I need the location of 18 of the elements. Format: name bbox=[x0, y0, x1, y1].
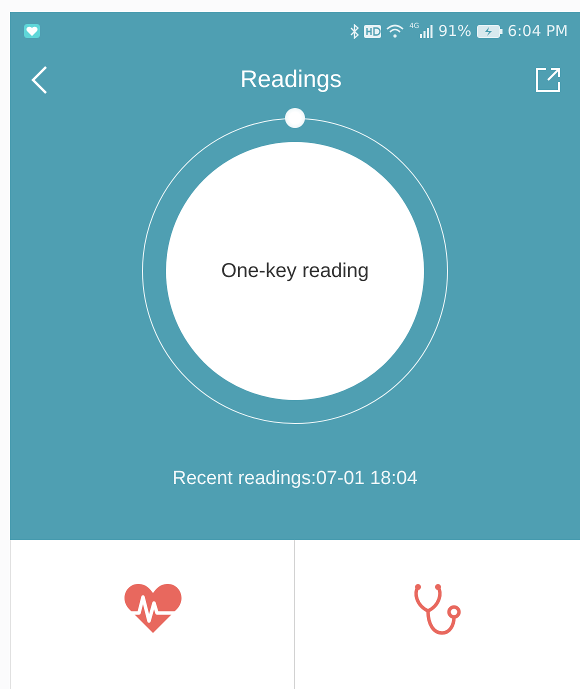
signal-icon bbox=[420, 24, 434, 38]
one-key-reading-button[interactable]: One-key reading bbox=[166, 142, 424, 400]
feature-tile[interactable] bbox=[11, 540, 295, 689]
heart-app-icon bbox=[24, 24, 40, 38]
screen-title: Readings bbox=[240, 66, 342, 94]
share-button[interactable] bbox=[534, 66, 562, 94]
wifi-icon bbox=[386, 24, 404, 38]
feature-tile[interactable] bbox=[295, 540, 580, 689]
back-button[interactable] bbox=[30, 65, 48, 95]
bluetooth-icon bbox=[350, 24, 360, 38]
hd-icon bbox=[364, 24, 382, 38]
recent-readings-text: Recent readings:07-01 18:04 bbox=[172, 468, 418, 490]
stethoscope-icon bbox=[412, 583, 464, 637]
heart-pulse-icon bbox=[122, 583, 182, 635]
ring-knob bbox=[285, 108, 305, 128]
battery-charging-icon bbox=[476, 24, 503, 38]
battery-percent: 91% bbox=[438, 22, 472, 40]
clock-time: 6:04 PM bbox=[508, 22, 568, 40]
